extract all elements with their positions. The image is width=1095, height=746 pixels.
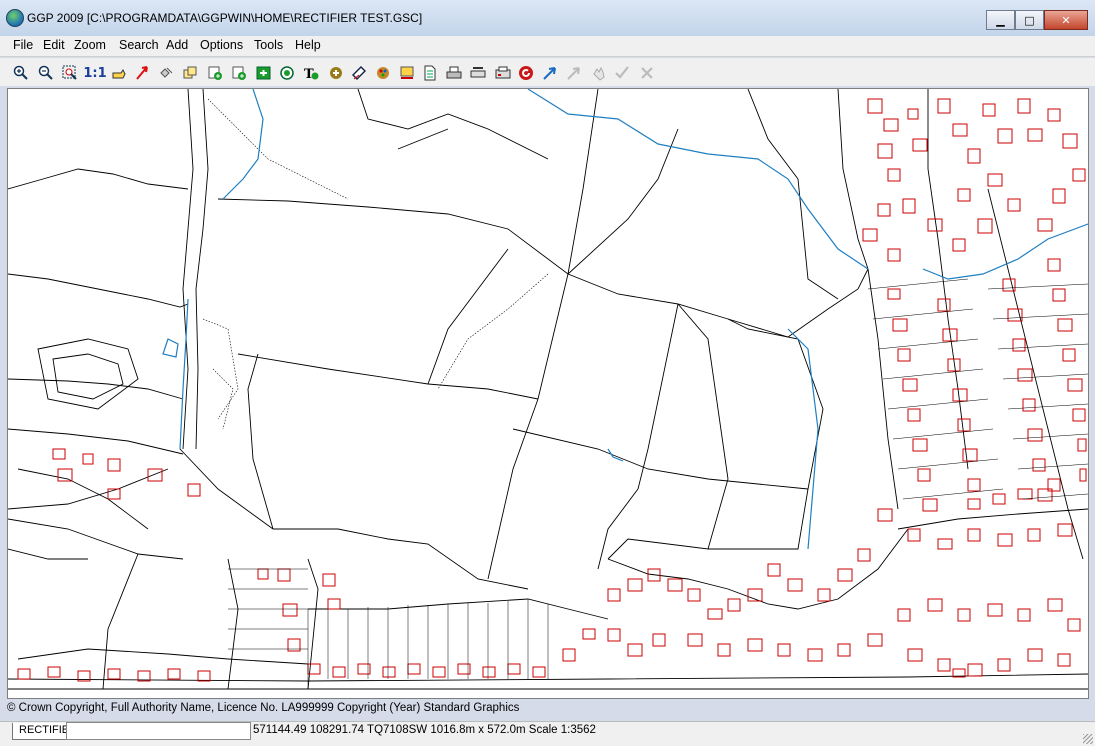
toolbar: 1:1 T bbox=[0, 58, 1095, 86]
resize-grip-icon[interactable] bbox=[1083, 734, 1093, 744]
zoom-in-icon[interactable] bbox=[12, 64, 30, 82]
add-circle-icon[interactable] bbox=[278, 64, 296, 82]
select-arrow-icon[interactable] bbox=[133, 64, 151, 82]
add-area-icon[interactable] bbox=[255, 64, 273, 82]
tab-rectifier[interactable]: RECTIFIE bbox=[12, 723, 74, 740]
layer-icon[interactable] bbox=[398, 64, 416, 82]
copy-icon[interactable] bbox=[181, 64, 199, 82]
menu-edit[interactable]: Edit bbox=[43, 38, 65, 52]
add-text-icon[interactable]: T bbox=[302, 64, 320, 82]
add-symbol-icon[interactable] bbox=[327, 64, 345, 82]
rectify-icon[interactable] bbox=[565, 64, 583, 82]
menu-options[interactable]: Options bbox=[200, 38, 243, 52]
menu-file[interactable]: File bbox=[13, 38, 33, 52]
menu-tools[interactable]: Tools bbox=[254, 38, 283, 52]
document-icon[interactable] bbox=[421, 64, 439, 82]
maximize-button[interactable]: □ bbox=[1015, 10, 1044, 30]
menu-search[interactable]: Search bbox=[119, 38, 159, 52]
title-bar: GGP 2009 [C:\PROGRAMDATA\GGPWIN\HOME\REC… bbox=[0, 0, 1095, 36]
globe-icon bbox=[6, 9, 24, 27]
map-canvas[interactable] bbox=[7, 88, 1089, 699]
print-icon[interactable] bbox=[445, 64, 463, 82]
coordinate-readout: 571144.49 108291.74 TQ7108SW 1016.8m x 5… bbox=[253, 724, 596, 736]
window-title: GGP 2009 [C:\PROGRAMDATA\GGPWIN\HOME\REC… bbox=[27, 11, 423, 25]
menu-bar: File Edit Zoom Search Add Options Tools … bbox=[0, 36, 1095, 57]
refresh-icon[interactable] bbox=[517, 64, 535, 82]
scanner-icon[interactable] bbox=[469, 64, 487, 82]
cross-icon[interactable] bbox=[638, 64, 656, 82]
menu-zoom[interactable]: Zoom bbox=[74, 38, 106, 52]
zoom-window-icon[interactable] bbox=[61, 64, 79, 82]
pan-hand-icon[interactable] bbox=[110, 64, 128, 82]
zoom-out-icon[interactable] bbox=[37, 64, 55, 82]
menu-help[interactable]: Help bbox=[295, 38, 321, 52]
pointer-icon[interactable] bbox=[541, 64, 559, 82]
edit-object-icon[interactable] bbox=[350, 64, 368, 82]
palette-icon[interactable] bbox=[374, 64, 392, 82]
scale-1-1-button[interactable]: 1:1 bbox=[83, 64, 106, 82]
hand-icon[interactable] bbox=[590, 64, 608, 82]
add-line-icon[interactable] bbox=[230, 64, 248, 82]
menu-add[interactable]: Add bbox=[166, 38, 188, 52]
map-drawing bbox=[8, 89, 1088, 690]
tick-icon[interactable] bbox=[613, 64, 631, 82]
status-field bbox=[66, 722, 251, 740]
status-bar: RECTIFIE 571144.49 108291.74 TQ7108SW 10… bbox=[0, 721, 1095, 746]
add-point-icon[interactable] bbox=[206, 64, 224, 82]
copyright-text: © Crown Copyright, Full Authority Name, … bbox=[7, 702, 520, 714]
minimize-button[interactable]: ▁ bbox=[986, 10, 1015, 30]
close-button[interactable]: ✕ bbox=[1044, 10, 1088, 30]
move-icon[interactable] bbox=[158, 64, 176, 82]
window-controls: ▁ □ ✕ bbox=[986, 10, 1088, 30]
plotter-icon[interactable] bbox=[494, 64, 512, 82]
